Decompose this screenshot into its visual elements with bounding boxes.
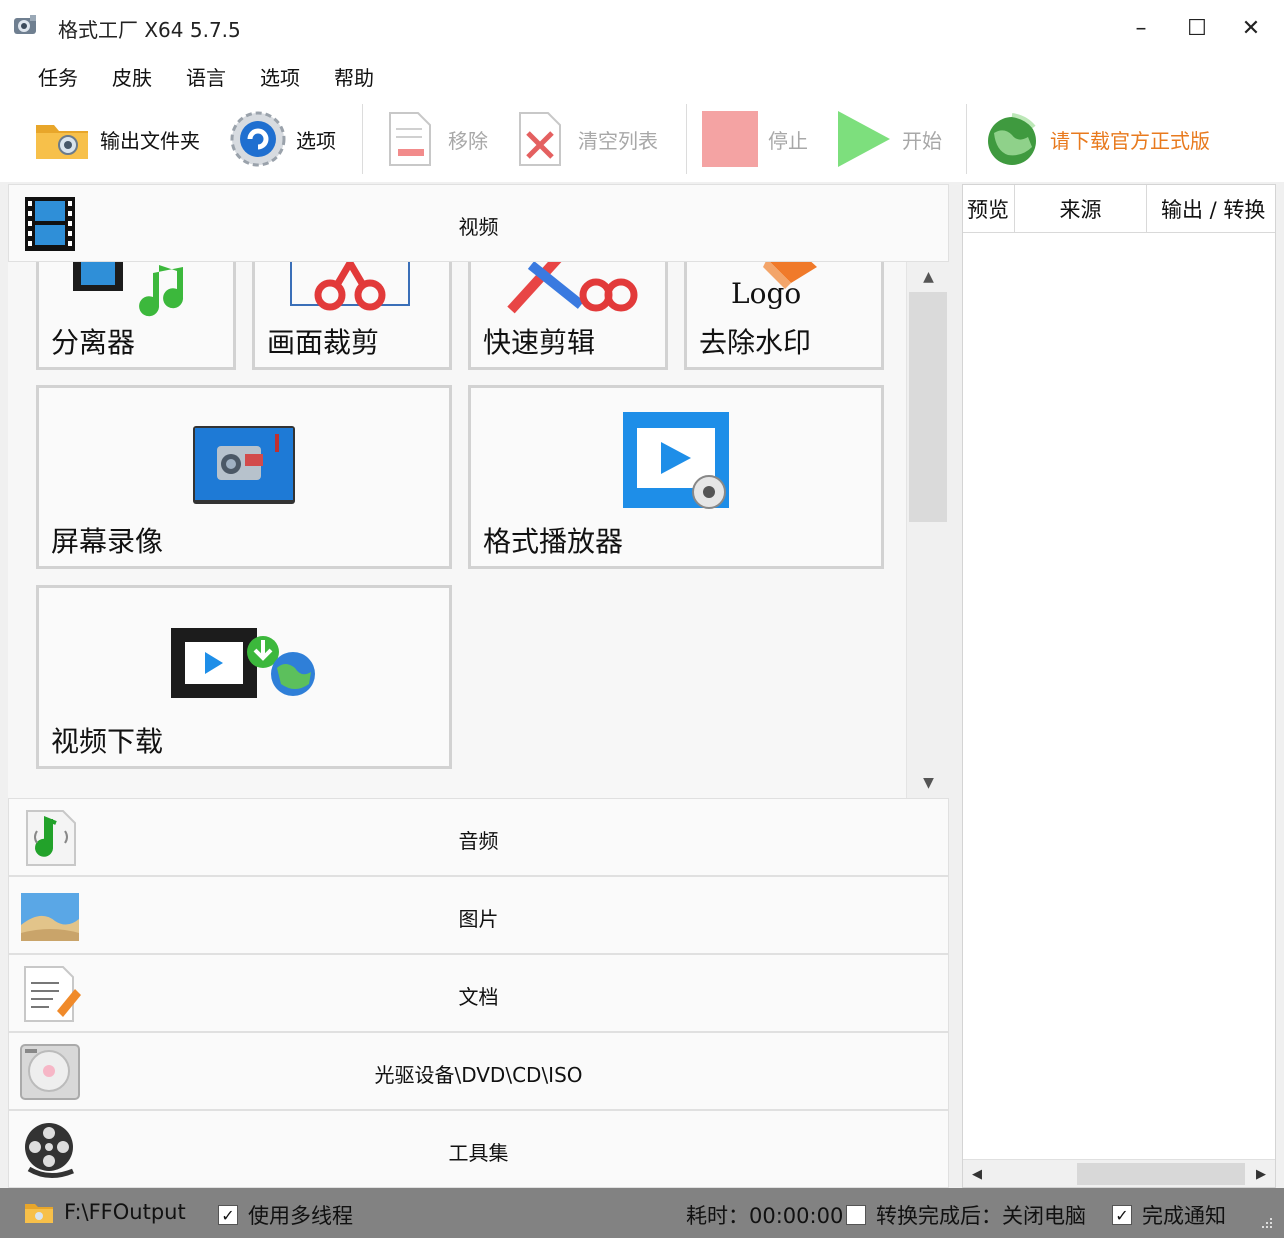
horizontal-scrollbar-thumb[interactable] [1077,1163,1245,1185]
remove-button[interactable]: 移除 [380,106,488,172]
tile-crop[interactable]: 画面裁剪 [252,262,452,370]
minimize-button[interactable]: – [1114,8,1168,48]
scrollbar-thumb[interactable] [909,292,947,522]
shutdown-label: 转换完成后：关闭电脑 [876,1204,1086,1228]
resize-grip-icon[interactable] [1260,1216,1274,1230]
category-panel: 视频 分离器 画面裁剪 快速剪辑 Logo 去除水印 屏幕录像 格式播放器 视频… [8,184,949,1188]
toolbar-separator [686,104,687,174]
start-button[interactable]: 开始 [834,106,942,172]
gear-icon [230,111,286,167]
category-document-header[interactable]: 文档 [8,954,949,1032]
toolbar-separator [362,104,363,174]
status-bar: F:\FFOutput ✓ 使用多线程 耗时：00:00:00 转换完成后：关闭… [0,1188,1284,1238]
download-official-button[interactable]: 请下载官方正式版 [982,106,1210,172]
tile-player-label: 格式播放器 [483,525,624,558]
shutdown-option[interactable]: 转换完成后：关闭电脑 [846,1200,1086,1230]
notify-label: 完成通知 [1142,1204,1226,1228]
category-tools-label: 工具集 [448,1141,509,1165]
tile-remove-watermark-label: 去除水印 [699,326,812,359]
stop-label: 停止 [768,128,808,153]
notify-checkbox[interactable]: ✓ [1112,1205,1132,1225]
start-label: 开始 [902,128,942,153]
logo-text: Logo [731,277,802,310]
tile-video-download[interactable]: 视频下载 [36,585,452,769]
category-video-header[interactable]: 视频 [8,184,949,262]
video-download-icon [171,628,315,698]
tile-splitter-label: 分离器 [51,326,136,359]
multithread-option[interactable]: ✓ 使用多线程 [218,1200,353,1230]
crop-scissors-icon [290,262,410,311]
stop-button[interactable]: 停止 [700,106,808,172]
scroll-down-arrow-icon[interactable]: ▼ [907,768,949,798]
output-folder-button[interactable]: 输出文件夹 [32,106,200,172]
output-folder-label: 输出文件夹 [100,128,200,153]
tile-screen-record-label: 屏幕录像 [51,525,164,558]
folder-icon [36,125,88,159]
scroll-right-arrow-icon[interactable]: ▶ [1247,1160,1275,1188]
tile-screen-record[interactable]: 屏幕录像 [36,385,452,569]
output-path-text: F:\FFOutput [64,1200,186,1224]
multithread-checkbox[interactable]: ✓ [218,1205,238,1225]
menu-bar: 任务 皮肤 语言 选项 帮助 [0,54,1284,96]
menu-language[interactable]: 语言 [186,62,226,91]
tile-splitter[interactable]: 分离器 [36,262,236,370]
remove-document-icon [389,112,431,166]
options-button[interactable]: 选项 [228,106,336,172]
video-area-scrollbar[interactable]: ▲ ▼ [906,262,949,798]
screen-record-camera-icon [193,426,295,504]
column-header-source[interactable]: 来源 [1015,185,1147,233]
notify-option[interactable]: ✓ 完成通知 [1112,1200,1226,1230]
toolbar: 输出文件夹 选项 移除 清空列表 停止 开始 请下载官方正式版 [0,96,1284,182]
output-path[interactable]: F:\FFOutput [24,1200,186,1224]
download-official-label: 请下载官方正式版 [1050,128,1210,153]
category-audio-header[interactable]: 音频 [8,798,949,876]
output-folder-icon [25,1204,53,1223]
stop-icon [702,111,758,167]
elapsed-time: 耗时：00:00:00 [686,1204,844,1228]
close-button[interactable]: ✕ [1224,8,1278,48]
tile-video-download-label: 视频下载 [51,725,164,758]
video-tools-area: 分离器 画面裁剪 快速剪辑 Logo 去除水印 屏幕录像 格式播放器 视频下载 … [8,262,949,798]
tile-crop-label: 画面裁剪 [267,326,380,359]
category-audio-label: 音频 [458,829,499,853]
column-header-preview[interactable]: 预览 [963,185,1015,233]
toolbar-separator [966,104,967,174]
remove-label: 移除 [448,128,488,153]
category-optical-label: 光驱设备\DVD\CD\ISO [374,1063,583,1087]
menu-skin[interactable]: 皮肤 [112,62,152,91]
globe-icon [988,113,1036,165]
menu-help[interactable]: 帮助 [334,62,374,91]
scroll-up-arrow-icon[interactable]: ▲ [907,262,949,292]
clear-list-icon [519,112,561,166]
task-list-panel: 预览 来源 输出 / 转换 ◀ ▶ [962,184,1276,1188]
menu-options[interactable]: 选项 [260,62,300,91]
format-factory-app-icon [14,15,36,34]
category-optical-header[interactable]: 光驱设备\DVD\CD\ISO [8,1032,949,1110]
multithread-label: 使用多线程 [248,1204,353,1228]
maximize-button[interactable]: ☐ [1170,8,1224,48]
menu-task[interactable]: 任务 [38,62,78,91]
category-video-label: 视频 [458,215,499,239]
tile-remove-watermark[interactable]: Logo 去除水印 [684,262,884,370]
clear-list-label: 清空列表 [578,128,658,153]
player-icon [623,412,729,509]
category-image-label: 图片 [458,907,499,931]
play-icon [838,111,890,167]
tile-quick-edit[interactable]: 快速剪辑 [468,262,668,370]
splitter-icon [73,262,184,317]
clear-list-button[interactable]: 清空列表 [510,106,658,172]
column-header-output[interactable]: 输出 / 转换 [1147,185,1275,233]
options-label: 选项 [296,128,336,153]
title-bar: 格式工厂 X64 5.7.5 – ☐ ✕ [0,0,1284,54]
category-image-header[interactable]: 图片 [8,876,949,954]
scroll-left-arrow-icon[interactable]: ◀ [963,1160,991,1188]
task-list-horizontal-scrollbar[interactable]: ◀ ▶ [963,1159,1275,1187]
shutdown-checkbox[interactable] [846,1205,866,1225]
tile-player[interactable]: 格式播放器 [468,385,884,569]
window-title: 格式工厂 X64 5.7.5 [58,18,241,42]
category-document-label: 文档 [458,985,499,1009]
quick-edit-icon [507,262,638,314]
tile-quick-edit-label: 快速剪辑 [483,326,596,359]
category-tools-header[interactable]: 工具集 [8,1110,949,1188]
